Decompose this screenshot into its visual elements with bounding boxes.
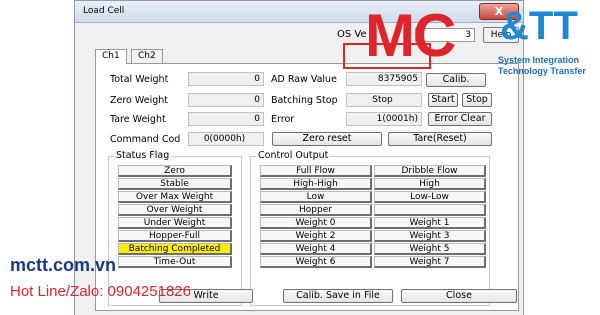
zero-reset-button[interactable]: Zero reset [272,132,382,146]
ad-raw-label: AD Raw Value [271,74,337,85]
output-high-high: High-High [260,178,372,190]
batching-stop-label: Batching Stop [271,95,338,106]
error-value: 1(0001h) [346,112,422,126]
logo-tagline: System Integration Technology Transfer [498,55,586,77]
flag-under-weight: Under Weight [118,217,232,229]
flag-zero: Zero [118,165,232,177]
flag-stable: Stable [118,178,232,190]
window-body: OS Ve 3 Help Ch1 Ch2 Total Weight 0 Zero… [75,23,523,315]
tare-reset-button[interactable]: Tare(Reset) [388,132,492,146]
output-weight-5: Weight 5 [374,243,486,255]
output-weight-3: Weight 3 [374,230,486,242]
output-empty [374,204,486,216]
output-weight-0: Weight 0 [260,217,372,229]
output-low-low: Low-Low [374,191,486,203]
control-output-title: Control Output [256,150,331,161]
logo-amp-tt: &TT [500,4,578,48]
command-code-label: Command Cod [110,134,181,145]
watermark-hotline: Hot Line/Zalo: 0904251826 [10,283,191,300]
flag-time-out: Time-Out [118,256,232,268]
zero-weight-value: 0 [188,93,264,107]
watermark-site: mctt.com.vn [10,255,117,275]
command-code-value: 0(0000h) [188,132,264,146]
tare-weight-value: 0 [188,112,264,126]
start-button[interactable]: Start [428,93,458,107]
output-weight-4: Weight 4 [260,243,372,255]
batching-stop-value: Stop [346,93,422,107]
error-clear-button[interactable]: Error Clear [428,112,492,126]
flag-over-weight: Over Weight [118,204,232,216]
output-high: High [374,178,486,190]
total-weight-label: Total Weight [110,74,169,85]
status-flag-title: Status Flag [114,150,172,161]
logo-tagline-line2: Technology Transfer [498,66,586,76]
flag-batching-completed: Batching Completed [118,243,232,255]
load-cell-window: Load Cell X OS Ve 3 Help Ch1 Ch2 Total W… [74,0,524,315]
output-full-flow: Full Flow [260,165,372,177]
error-label: Error [271,114,295,125]
flag-over-max-weight: Over Max Weight [118,191,232,203]
total-weight-value: 0 [188,72,264,86]
title-bar: Load Cell X [75,1,523,23]
calib-button[interactable]: Calib. [426,73,486,87]
close-button[interactable]: Close [401,289,517,303]
calib-save-button[interactable]: Calib. Save in File [283,289,393,303]
output-hopper: Hopper [260,204,372,216]
logo-tagline-line1: System Integration [498,55,580,65]
tare-weight-label: Tare Weight [110,114,166,125]
os-version-label: OS Ve [337,29,367,40]
window-title: Load Cell [83,6,125,16]
flag-hopper-full: Hopper-Full [118,230,232,242]
output-weight-1: Weight 1 [374,217,486,229]
zero-weight-label: Zero Weight [110,95,168,106]
tab-ch2[interactable]: Ch2 [131,49,163,63]
ad-raw-value: 8375905 [346,72,422,86]
output-dribble-flow: Dribble Flow [374,165,486,177]
output-weight-7: Weight 7 [374,256,486,268]
logo-mc: MC [365,2,456,69]
channel-panel: Total Weight 0 Zero Weight 0 Tare Weight… [95,63,519,311]
output-weight-6: Weight 6 [260,256,372,268]
output-weight-2: Weight 2 [260,230,372,242]
output-low: Low [260,191,372,203]
tab-ch1[interactable]: Ch1 [95,49,127,64]
stop-button[interactable]: Stop [462,93,492,107]
